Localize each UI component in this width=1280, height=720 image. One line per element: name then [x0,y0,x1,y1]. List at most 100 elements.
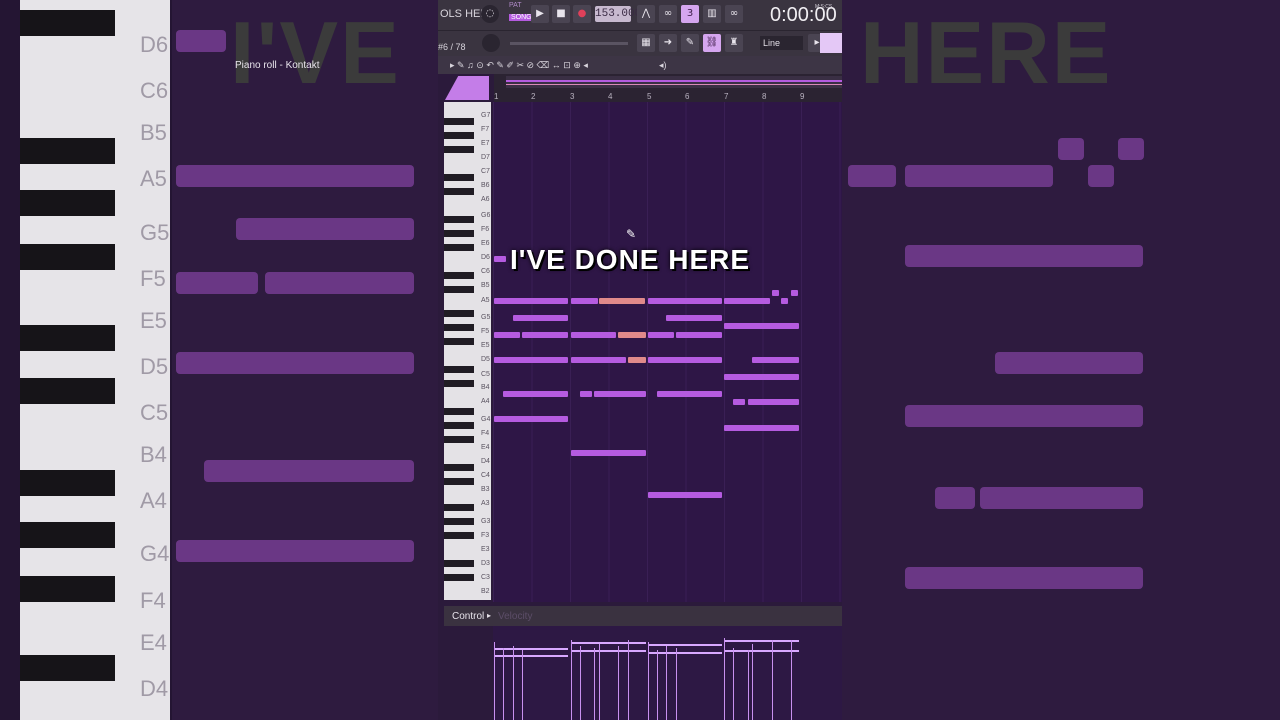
velocity-level[interactable] [648,652,722,654]
velocity-stem[interactable] [599,644,600,720]
velocity-level[interactable] [494,655,568,657]
note[interactable] [494,332,520,338]
velocity-stem[interactable] [791,640,792,720]
note[interactable] [748,399,799,405]
black-key[interactable] [444,532,474,539]
tempo-display[interactable]: 153.000 [595,6,641,22]
velocity-stem[interactable] [752,644,753,720]
link-icon[interactable]: ⛓ [703,34,721,52]
black-key[interactable] [444,146,474,153]
note[interactable] [752,357,799,363]
note[interactable] [494,298,568,304]
note[interactable] [648,298,722,304]
note[interactable] [571,450,646,456]
step-icon[interactable]: 3 [681,5,699,23]
black-key[interactable] [444,286,474,293]
black-key[interactable] [444,272,474,279]
typing-keyboard-icon[interactable]: ▥ [703,5,721,23]
pitch-icon[interactable]: ⋀ [637,5,655,23]
note[interactable] [513,315,568,321]
arrow-right-icon[interactable]: ➜ [659,34,677,52]
note[interactable] [494,357,568,363]
note[interactable] [676,332,722,338]
velocity-stem[interactable] [676,648,677,720]
velocity-stem[interactable] [666,646,667,720]
note[interactable] [724,425,799,431]
play-icon[interactable]: ▶ [531,5,549,23]
note[interactable] [494,256,506,262]
velocity-level[interactable] [494,648,568,650]
black-key[interactable] [444,560,474,567]
black-key[interactable] [444,188,474,195]
black-key[interactable] [444,310,474,317]
song-mode-label[interactable]: SONG [509,14,534,21]
metronome-icon[interactable]: ◌ [481,5,499,23]
velocity-stem[interactable] [724,638,725,720]
pencil-icon[interactable]: ✎ [681,34,699,52]
black-key[interactable] [444,380,474,387]
note[interactable] [571,332,616,338]
velocity-stem[interactable] [628,640,629,720]
note[interactable] [648,332,674,338]
black-key[interactable] [444,436,474,443]
note[interactable] [724,323,799,329]
note[interactable] [724,374,799,380]
record-icon[interactable]: ● [573,5,591,23]
black-key[interactable] [444,230,474,237]
black-key[interactable] [444,478,474,485]
master-pitch-slider[interactable] [510,42,628,45]
velocity-stem[interactable] [522,650,523,720]
velocity-level[interactable] [724,640,799,642]
black-key[interactable] [444,244,474,251]
velocity-stem[interactable] [772,640,773,720]
black-key[interactable] [444,216,474,223]
black-key[interactable] [444,132,474,139]
black-key[interactable] [444,174,474,181]
control-selector[interactable]: Control [452,611,484,622]
note[interactable] [657,391,722,397]
note[interactable] [772,290,779,296]
velocity-stem[interactable] [733,648,734,720]
velocity-stem[interactable] [648,642,649,720]
velocity-stem[interactable] [748,650,749,720]
note[interactable] [781,298,788,304]
velocity-stem[interactable] [494,642,495,720]
speaker-icon[interactable]: ◂) [659,60,667,71]
black-key[interactable] [444,574,474,581]
piano-icon[interactable]: ▦ [637,34,655,52]
note[interactable] [648,492,722,498]
black-key[interactable] [444,118,474,125]
velocity-level[interactable] [571,642,646,644]
black-key[interactable] [444,422,474,429]
selected-note[interactable] [628,357,646,363]
note[interactable] [648,357,722,363]
velocity-stem[interactable] [618,646,619,720]
velocity-stem[interactable] [580,646,581,720]
black-key[interactable] [444,408,474,415]
black-key[interactable] [444,504,474,511]
note[interactable] [791,290,798,296]
note[interactable] [494,416,568,422]
velocity-stem[interactable] [657,650,658,720]
velocity-level[interactable] [571,650,646,652]
selected-note[interactable] [599,298,645,304]
black-key[interactable] [444,338,474,345]
color-swatch[interactable] [820,33,842,53]
note[interactable] [571,298,598,304]
velocity-stem[interactable] [594,648,595,720]
velocity-stem[interactable] [571,640,572,720]
blend-icon[interactable]: ∞ [725,5,743,23]
pattern-mode-label[interactable]: PAT [509,2,522,9]
note[interactable] [666,315,722,321]
piano-roll-options-icon[interactable]: ▸ ✎ ♫ ⊙ ↶ ✎ ✐ ✂ ⊘ ⌫ ↔ ⊡ ⊕ ◂ [450,60,588,71]
black-key[interactable] [444,324,474,331]
note-grid[interactable] [493,102,842,602]
chevron-right-icon[interactable]: ▸ [487,611,491,620]
black-key[interactable] [444,366,474,373]
note[interactable] [594,391,646,397]
master-volume-knob-icon[interactable] [482,34,500,52]
note[interactable] [503,391,568,397]
snap-selector[interactable]: Line [760,36,803,50]
black-key[interactable] [444,518,474,525]
note[interactable] [724,298,770,304]
